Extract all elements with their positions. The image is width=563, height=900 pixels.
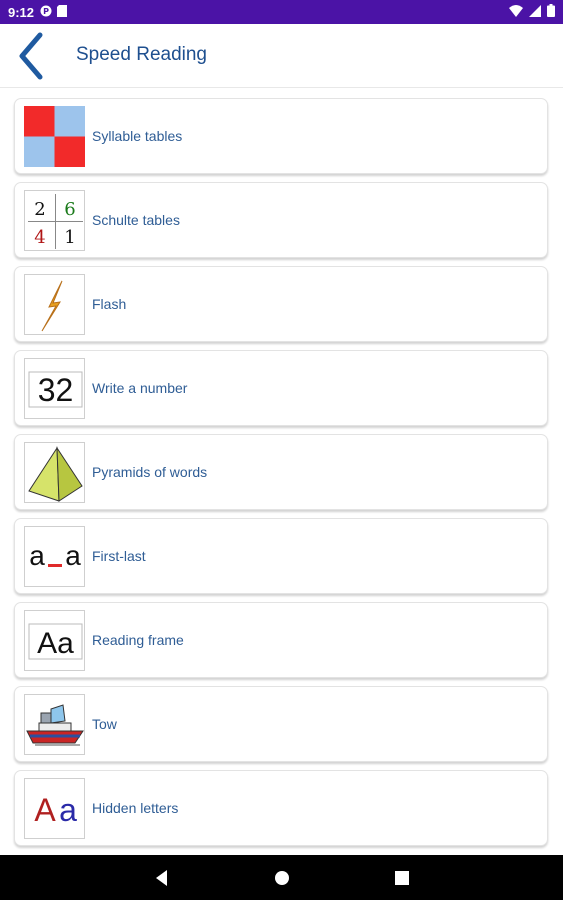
app-notification-icon: P	[40, 5, 52, 20]
nav-home-button[interactable]	[272, 868, 292, 888]
item-label: Pyramids of words	[92, 464, 208, 480]
list-item-write-a-number[interactable]: 32 Write a number	[14, 350, 548, 426]
list-item-schulte-tables[interactable]: 2 6 4 1 Schulte tables	[14, 182, 548, 258]
schulte-tables-icon: 2 6 4 1	[24, 190, 85, 251]
list-item-pyramids-of-words[interactable]: Pyramids of words	[14, 434, 548, 510]
square-recents-icon	[395, 871, 409, 885]
number-icon: 32	[24, 358, 85, 419]
app-bar: Speed Reading	[0, 24, 563, 88]
reading-frame-icon: Aa	[24, 610, 85, 671]
item-label: Hidden letters	[92, 800, 179, 816]
hidden-letter-lower: a	[59, 792, 77, 828]
circle-home-icon	[275, 871, 289, 885]
lightning-icon	[24, 274, 85, 335]
back-arrow-icon	[19, 32, 43, 80]
page-title: Speed Reading	[76, 44, 207, 65]
battery-icon	[547, 4, 555, 20]
list-item-hidden-letters[interactable]: A a Hidden letters	[14, 770, 548, 846]
schulte-cell: 1	[64, 227, 75, 248]
nav-back-button[interactable]	[152, 868, 172, 888]
last-letter: a	[65, 540, 81, 571]
back-button[interactable]	[10, 32, 50, 80]
sd-card-icon	[57, 4, 68, 20]
item-label: Schulte tables	[92, 212, 180, 228]
item-label: Tow	[92, 716, 117, 732]
status-time: 9:12	[8, 4, 35, 20]
status-bar: 9:12 P	[0, 0, 563, 24]
svg-text:P: P	[43, 7, 49, 16]
list-item-reading-frame[interactable]: Aa Reading frame	[14, 602, 548, 678]
schulte-cell: 2	[34, 199, 45, 220]
hidden-letter-upper: A	[34, 792, 56, 828]
list-item-flash[interactable]: Flash	[14, 266, 548, 342]
schulte-cell: 6	[64, 199, 75, 220]
item-label: Write a number	[92, 380, 188, 396]
triangle-back-icon	[156, 870, 167, 886]
pyramid-icon	[24, 442, 85, 503]
wifi-icon	[509, 4, 523, 20]
boat-icon	[24, 694, 85, 755]
reading-frame-text: Aa	[37, 627, 74, 660]
hidden-letters-icon: A a	[24, 778, 85, 839]
navigation-bar	[0, 855, 563, 900]
item-label: First-last	[92, 548, 146, 564]
first-last-icon: a a	[24, 526, 85, 587]
cell-signal-icon	[529, 4, 541, 20]
number-text: 32	[38, 372, 74, 408]
item-label: Flash	[92, 296, 127, 312]
nav-recents-button[interactable]	[392, 868, 412, 888]
syllable-tables-icon	[24, 106, 85, 167]
list-item-first-last[interactable]: a a First-last	[14, 518, 548, 594]
first-letter: a	[29, 540, 45, 571]
item-label: Reading frame	[92, 632, 184, 648]
schulte-cell: 4	[34, 227, 45, 248]
list-item-syllable-tables[interactable]: Syllable tables	[14, 98, 548, 174]
item-label: Syllable tables	[92, 128, 183, 144]
list-item-tow[interactable]: Tow	[14, 686, 548, 762]
